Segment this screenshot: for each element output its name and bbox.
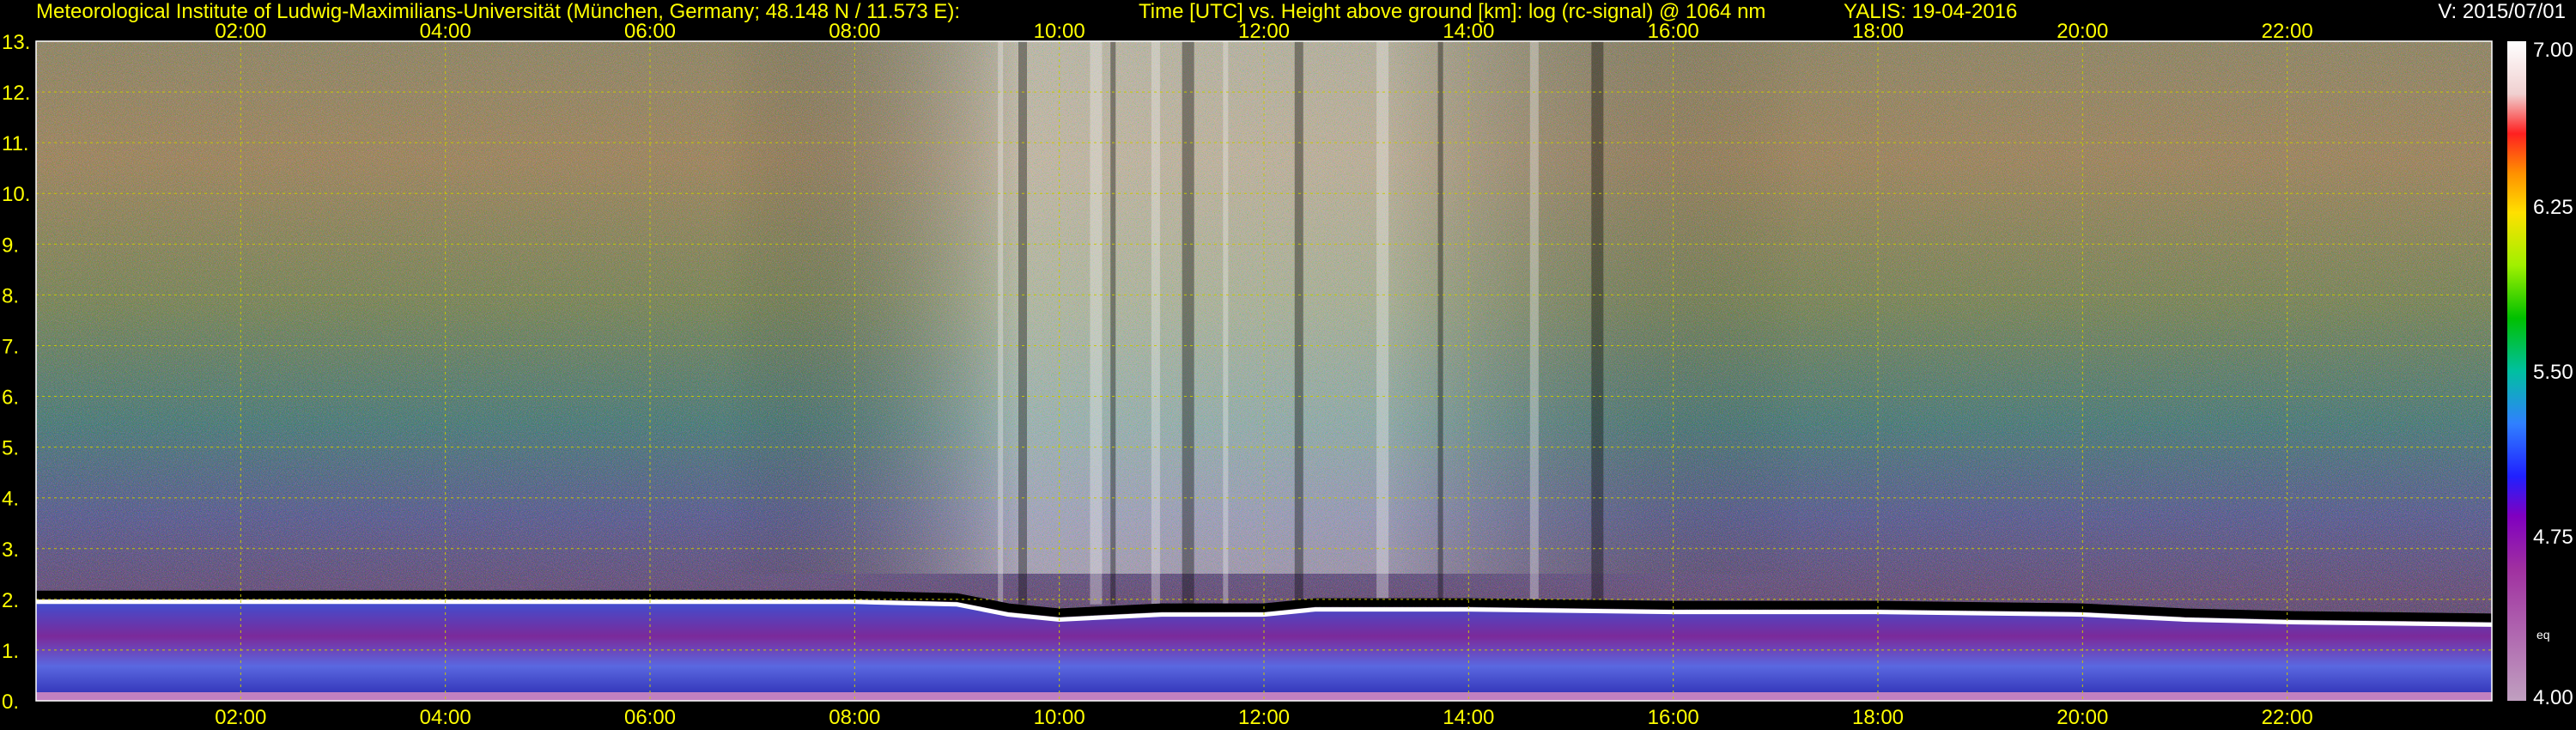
x-tick-label-top: 12:00 xyxy=(1238,20,1290,43)
x-tick-label-bottom: 10:00 xyxy=(1034,706,1085,729)
signal-streak xyxy=(1529,41,1539,605)
x-tick-label-top: 06:00 xyxy=(624,20,676,43)
colorbar-tick-label: 6.25 xyxy=(2533,196,2573,219)
x-tick-label-top: 02:00 xyxy=(215,20,266,43)
colorbar-tick-label: 5.50 xyxy=(2533,361,2573,384)
x-axis-bottom: 02:00 04:00 06:00 08:00 10:00 12:00 14:00 16:00… xyxy=(215,706,2312,729)
colorbar-tick-label: 7.00 xyxy=(2533,39,2573,62)
y-tick-label: 2. xyxy=(2,589,19,612)
y-tick-label: 7. xyxy=(2,335,19,358)
x-tick-label-bottom: 20:00 xyxy=(2057,706,2108,729)
y-tick-label: 6. xyxy=(2,386,19,410)
signal-streak xyxy=(1591,41,1604,605)
colorbar-tick-label: 4.75 xyxy=(2533,526,2573,549)
y-axis: 0. 1. 2. 3. 4. 5. 6. 7. 8. 9. 10. 11. 12. 13. xyxy=(2,31,30,714)
signal-streak xyxy=(1110,41,1116,605)
x-tick-label-top: 16:00 xyxy=(1648,20,1699,43)
y-tick-label: 4. xyxy=(2,488,19,511)
x-axis-top: 02:00 04:00 06:00 08:00 10:00 12:00 14:00 16:00… xyxy=(215,20,2312,43)
x-tick-label-top: 22:00 xyxy=(2262,20,2313,43)
x-tick-label-top: 18:00 xyxy=(1852,20,1904,43)
colorbar: 7.00 6.25 5.50 4.75 4.00 eq xyxy=(2507,39,2573,709)
x-tick-label-bottom: 16:00 xyxy=(1648,706,1699,729)
x-tick-label-bottom: 04:00 xyxy=(420,706,471,729)
x-tick-label-bottom: 18:00 xyxy=(1852,706,1904,729)
x-tick-label-top: 20:00 xyxy=(2057,20,2108,43)
y-tick-label: 0. xyxy=(2,690,19,714)
x-tick-label-top: 10:00 xyxy=(1034,20,1085,43)
signal-streak xyxy=(1151,41,1160,605)
x-tick-label-top: 08:00 xyxy=(829,20,880,43)
signal-streak xyxy=(1182,41,1194,605)
y-tick-label: 10. xyxy=(2,183,30,206)
lidar-heatmap-chart: 02:00 04:00 06:00 08:00 10:00 12:00 14:00 16:00… xyxy=(2,20,2573,729)
x-tick-label-bottom: 22:00 xyxy=(2262,706,2313,729)
x-tick-label-bottom: 06:00 xyxy=(624,706,676,729)
x-tick-label-bottom: 08:00 xyxy=(829,706,880,729)
signal-streak xyxy=(1018,41,1027,605)
x-tick-label-bottom: 14:00 xyxy=(1443,706,1494,729)
colorbar-unit-label: eq xyxy=(2537,628,2550,642)
x-tick-label-bottom: 02:00 xyxy=(215,706,266,729)
signal-streak xyxy=(1294,41,1303,605)
colorbar-scale xyxy=(2507,41,2526,701)
y-tick-label: 3. xyxy=(2,538,19,562)
y-tick-label: 12. xyxy=(2,82,30,105)
y-tick-label: 8. xyxy=(2,284,19,307)
y-tick-label: 1. xyxy=(2,640,19,663)
plot-area xyxy=(36,41,2492,701)
signal-streak xyxy=(1376,41,1389,605)
y-tick-label: 5. xyxy=(2,437,19,460)
x-tick-label-bottom: 12:00 xyxy=(1238,706,1290,729)
colorbar-tick-label: 4.00 xyxy=(2533,686,2573,709)
y-tick-label: 13. xyxy=(2,31,30,54)
y-tick-label: 9. xyxy=(2,234,19,257)
signal-streak xyxy=(1090,41,1103,605)
y-tick-label: 11. xyxy=(2,132,29,155)
signal-streak xyxy=(998,41,1004,605)
signal-streak xyxy=(1223,41,1229,605)
x-tick-label-top: 14:00 xyxy=(1443,20,1494,43)
signal-streak xyxy=(1437,41,1443,605)
x-tick-label-top: 04:00 xyxy=(420,20,471,43)
